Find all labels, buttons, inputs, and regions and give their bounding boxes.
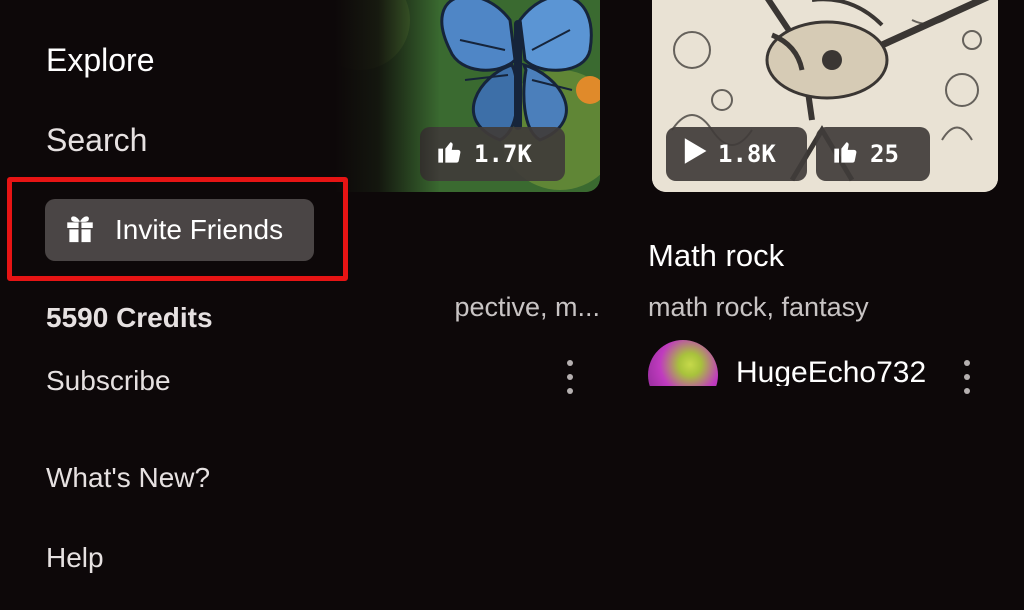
menu-item-whats-new[interactable]: What's New? bbox=[46, 462, 210, 494]
invite-friends-label: Invite Friends bbox=[115, 214, 284, 245]
menu-item-explore[interactable]: Explore bbox=[46, 42, 155, 79]
more-options-icon[interactable] bbox=[955, 360, 979, 394]
gift-icon bbox=[63, 211, 97, 250]
creator-username[interactable]: HugeEcho732 bbox=[736, 356, 926, 386]
menu-item-subscribe[interactable]: Subscribe bbox=[46, 365, 171, 397]
credits-balance: 5590 Credits bbox=[46, 302, 213, 333]
invite-friends-button[interactable]: Invite Friends bbox=[45, 199, 314, 261]
menu-item-help[interactable]: Help bbox=[46, 542, 104, 574]
menu-item-search[interactable]: Search bbox=[46, 122, 147, 159]
app-screen: 1.7K pective, m... 1.8K 25 Math rock mat… bbox=[0, 0, 1024, 610]
side-menu: Explore Search Invite Friends 5590 Credi… bbox=[0, 0, 440, 610]
avatar[interactable] bbox=[648, 340, 718, 386]
